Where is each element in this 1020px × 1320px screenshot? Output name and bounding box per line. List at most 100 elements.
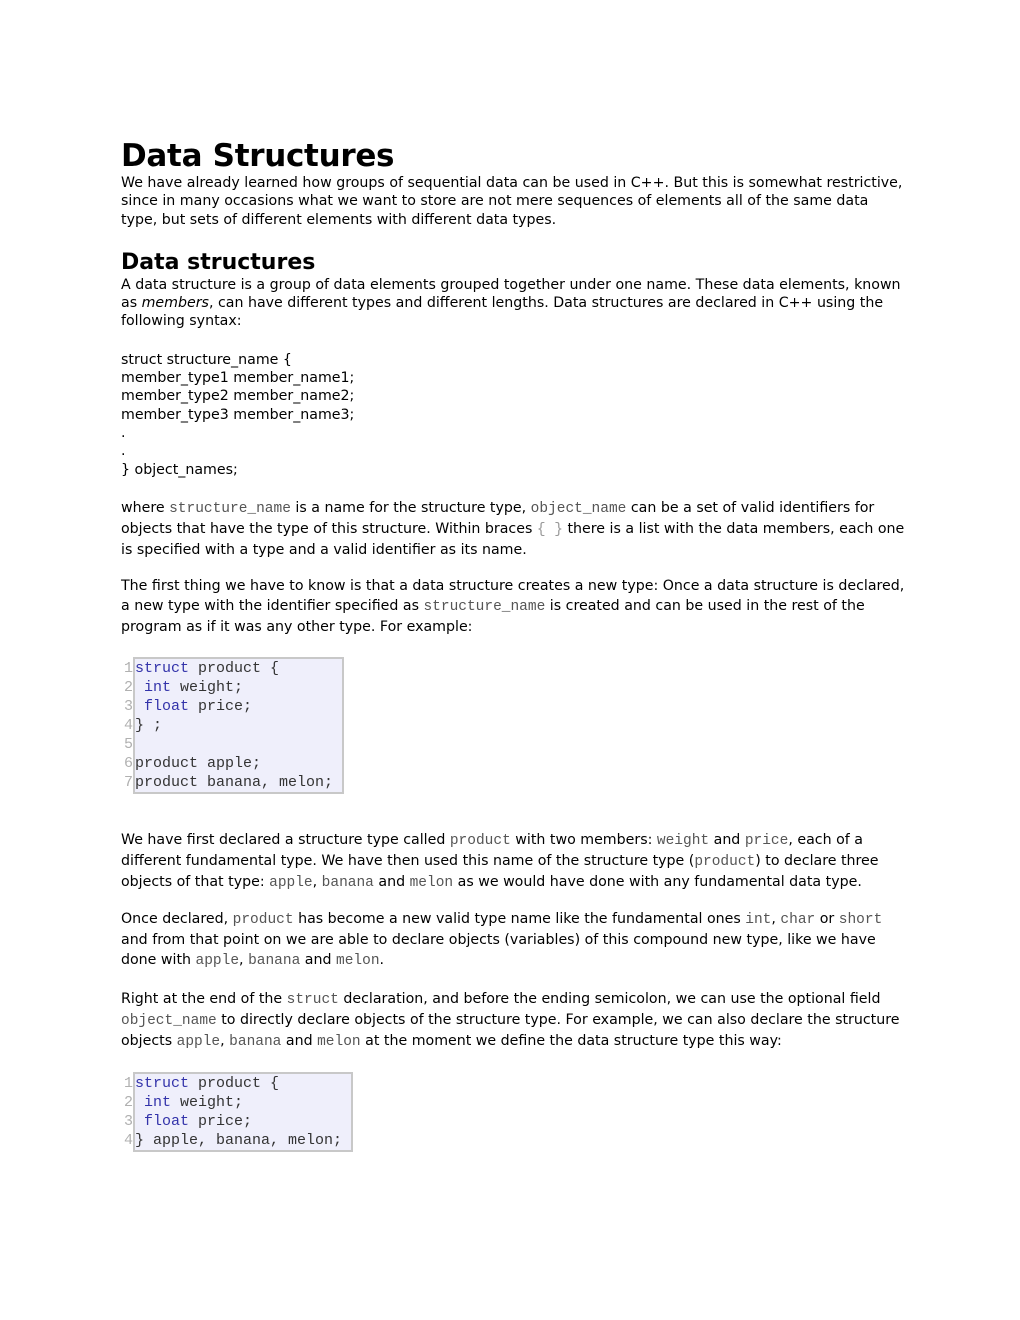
text: We have first declared a structure type … (121, 831, 450, 848)
line-number: 4 (123, 1131, 133, 1149)
text: and (281, 1032, 318, 1049)
text: and (709, 831, 745, 848)
inline-code: object_name (530, 500, 627, 517)
inline-code: product (232, 911, 294, 928)
line-number: 6 (123, 754, 133, 772)
code-keyword: int (135, 1093, 172, 1111)
line-number: 5 (123, 735, 133, 753)
code-line: 2 int weight; (124, 678, 341, 697)
syntax-line: . (121, 443, 126, 460)
text: , can have different types and different… (121, 295, 884, 330)
inline-code: char (780, 911, 816, 928)
inline-code: melon (409, 874, 454, 891)
code-example-1: 1 struct product {2 int weight; 3 float pr… (124, 656, 345, 794)
inline-code: banana (321, 874, 374, 891)
code-text: product banana, melon; (135, 773, 334, 791)
line-number: 2 (123, 1093, 133, 1111)
code-line: 5​ (124, 735, 341, 754)
inline-code: product (694, 853, 756, 870)
inline-code: { } (536, 521, 563, 538)
code-keyword: float (135, 1112, 190, 1130)
syntax-block: struct structure_name { member_type1 mem… (121, 351, 906, 479)
inline-code: price (744, 832, 789, 849)
syntax-line: } object_names; (121, 461, 238, 478)
inline-code: apple (269, 874, 313, 891)
text: Once declared, (121, 910, 233, 927)
code-keyword: float (135, 697, 190, 715)
page-title: Data Structures (121, 138, 395, 174)
inline-code: weight (656, 832, 710, 849)
line-number: 3 (123, 697, 133, 715)
inline-code: melon (317, 1033, 361, 1050)
text: with two members: (510, 831, 657, 848)
code-line: 2 int weight; (124, 1093, 350, 1112)
text: or (815, 910, 839, 927)
syntax-line: . (121, 424, 126, 441)
code-text: weight; (171, 678, 244, 696)
inline-code: apple (195, 952, 240, 969)
text: and (373, 873, 410, 890)
code-example-2: 1 struct product {2 int weight; 3 float pr… (124, 1071, 354, 1152)
syntax-line: struct structure_name { (121, 351, 292, 368)
line-number: 7 (123, 773, 133, 791)
code-text: price; (189, 1112, 253, 1130)
code-text: product { (189, 1074, 280, 1092)
code-line: 3 float price; (124, 697, 341, 716)
code-text: price; (189, 697, 253, 715)
inline-code: struct (286, 991, 339, 1008)
code-text: product apple; (135, 754, 262, 772)
code-text: } ; (135, 716, 163, 734)
syntax-line: member_type1 member_name1; (121, 370, 355, 387)
line-number: 3 (123, 1112, 133, 1130)
inline-code: banana (229, 1033, 282, 1050)
code-text: weight; (171, 1093, 244, 1111)
once-declared-paragraph: Once declared, product has become a new … (121, 909, 906, 971)
first-thing-paragraph: The first thing we have to know is that … (121, 576, 906, 637)
line-number: 4 (123, 716, 133, 734)
section-paragraph: A data structure is a group of data elem… (121, 276, 906, 331)
code-line: 4} ; (124, 716, 341, 735)
text: has become a new valid type name like th… (293, 910, 746, 927)
line-number: 2 (123, 678, 133, 696)
inline-code: short (838, 911, 883, 928)
inline-code: int (745, 911, 772, 928)
code-text: } apple, banana, melon; (135, 1131, 343, 1149)
text: , (312, 873, 322, 890)
inline-code: structure_name (423, 598, 546, 615)
inline-code: banana (248, 952, 301, 969)
code-line: 3 float price; (124, 1112, 350, 1131)
text: Right at the end of the (121, 990, 287, 1007)
inline-code: apple (176, 1033, 221, 1050)
code-keyword: struct (135, 1074, 190, 1092)
text: at the moment we define the data structu… (360, 1032, 782, 1049)
text: , (220, 1032, 230, 1049)
code-text: product { (189, 659, 280, 677)
inline-code: product (449, 832, 511, 849)
text: and (300, 951, 337, 968)
inline-code: melon (336, 952, 380, 969)
syntax-line: member_type2 member_name2; (121, 388, 355, 405)
text: as we would have done with any fundament… (453, 873, 862, 890)
syntax-line: member_type3 member_name3; (121, 406, 355, 423)
line-number: 1 (123, 659, 133, 677)
code-keyword: struct (135, 659, 190, 677)
code-keyword: int (135, 678, 172, 696)
inline-code: object_name (121, 1012, 217, 1029)
emphasis-members: members (141, 295, 209, 312)
code-line: 6 product apple; (124, 754, 341, 773)
text: declaration, and before the ending semic… (338, 990, 881, 1007)
code-line: 1 struct product { (124, 1074, 350, 1093)
right-at-end-paragraph: Right at the end of the struct declarati… (121, 989, 906, 1052)
intro-paragraph: We have already learned how groups of se… (121, 175, 903, 228)
code-line: 7 product banana, melon; (124, 773, 341, 792)
text: where (121, 499, 170, 516)
text: . (379, 951, 385, 968)
text: is a name for the structure type, (290, 499, 531, 516)
declared-paragraph: We have first declared a structure type … (121, 830, 906, 893)
text: , (239, 951, 249, 968)
document-page: Data Structures We have already learned … (121, 138, 906, 1152)
where-paragraph: where structure_name is a name for the s… (121, 498, 906, 560)
code-line: 4} apple, banana, melon; (124, 1131, 350, 1150)
inline-code: structure_name (169, 500, 291, 517)
line-number: 1 (123, 1074, 133, 1092)
